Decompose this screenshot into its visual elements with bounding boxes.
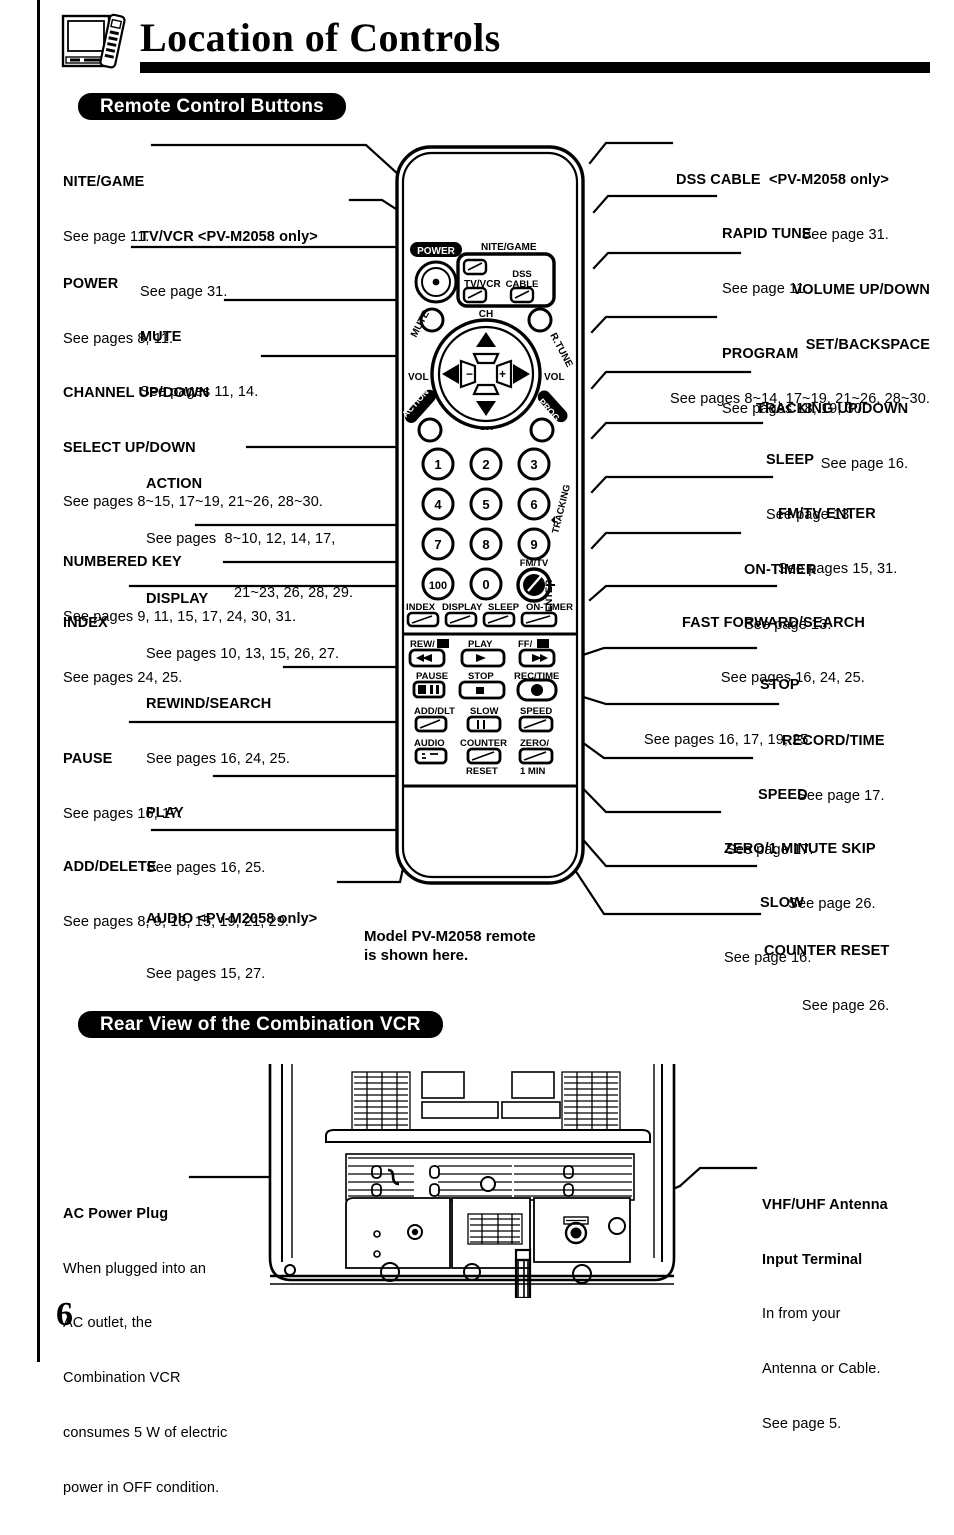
svg-text:VOL: VOL (408, 372, 429, 383)
svg-text:0: 0 (482, 577, 489, 592)
svg-text:DISPLAY: DISPLAY (442, 602, 483, 613)
svg-text:INDEX: INDEX (406, 602, 436, 613)
svg-text:9: 9 (530, 537, 537, 552)
svg-text:SPEED: SPEED (520, 706, 552, 717)
svg-text:NITE/GAME: NITE/GAME (481, 242, 537, 253)
svg-text:6: 6 (530, 497, 537, 512)
svg-text:+: + (499, 367, 506, 381)
svg-text:8: 8 (482, 537, 489, 552)
section-banner-rear: Rear View of the Combination VCR (78, 1011, 443, 1038)
svg-text:4: 4 (434, 497, 442, 512)
svg-text:3: 3 (530, 457, 537, 472)
svg-text:COUNTER: COUNTER (460, 738, 507, 749)
svg-text:ON-TIMER: ON-TIMER (526, 602, 573, 613)
svg-text:7: 7 (434, 537, 441, 552)
svg-text:FF/: FF/ (518, 639, 533, 650)
svg-text:ZERO/: ZERO/ (520, 738, 549, 749)
svg-text:−: − (466, 367, 473, 381)
svg-text:REW/: REW/ (410, 639, 435, 650)
svg-text:5: 5 (482, 497, 489, 512)
svg-text:2: 2 (482, 457, 489, 472)
manual-page: Location of Controls Remote Control Butt… (0, 0, 954, 1496)
vcr-rear-view-illustration (268, 1064, 676, 1298)
svg-text:AUDIO: AUDIO (414, 738, 445, 749)
model-note: Model PV-M2058 remote is shown here. (364, 928, 536, 964)
svg-text:ADD/DLT: ADD/DLT (414, 706, 455, 717)
svg-text:STOP: STOP (468, 671, 494, 682)
svg-text:PAUSE: PAUSE (416, 671, 448, 682)
power-label-pill: POWER (410, 242, 462, 257)
svg-text:POWER: POWER (417, 246, 456, 257)
svg-text:1: 1 (434, 457, 441, 472)
remote-control-illustration: POWER NITE/GAME TV/VCR DSS CABLE MUTE R.… (395, 145, 585, 885)
svg-text:SLOW: SLOW (470, 706, 499, 717)
svg-text:100: 100 (429, 580, 447, 592)
callout-ac-power-plug: AC Power Plug When plugged into an AC ou… (63, 1205, 228, 1497)
callout-counter-reset: COUNTER RESET See page 26. (764, 942, 890, 1014)
page-number: 6 (56, 1296, 73, 1333)
svg-text:1 MIN: 1 MIN (520, 766, 545, 777)
svg-text:SLEEP: SLEEP (488, 602, 520, 613)
svg-text:RESET: RESET (466, 766, 498, 777)
svg-text:PLAY: PLAY (468, 639, 493, 650)
callout-vhf-uhf-antenna: VHF/UHF Antenna Input Terminal In from y… (762, 1196, 888, 1433)
svg-text:VOL: VOL (544, 372, 565, 383)
callout-audio: AUDIO <PV-M2058 only> See pages 15, 27. (146, 910, 318, 982)
